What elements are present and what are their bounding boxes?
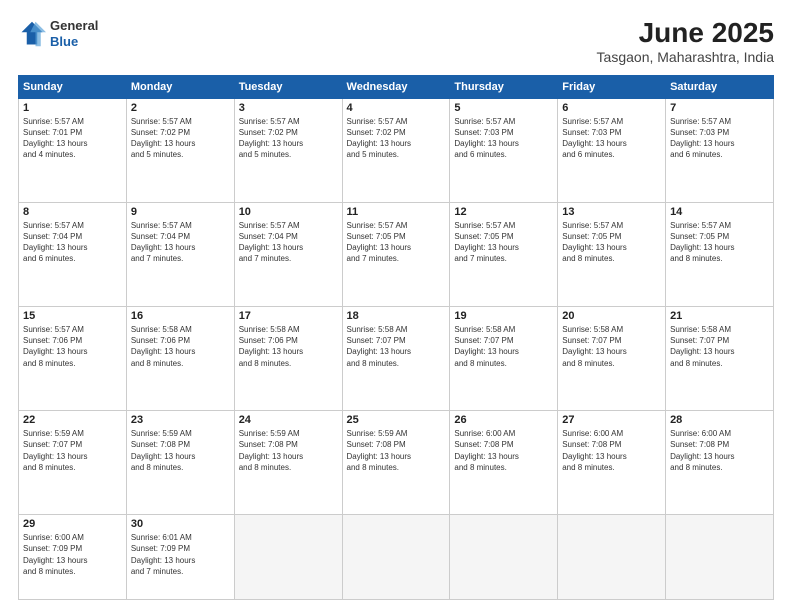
- day-17: 17 Sunrise: 5:58 AMSunset: 7:06 PMDaylig…: [234, 307, 342, 411]
- page: General Blue June 2025 Tasgaon, Maharash…: [0, 0, 792, 612]
- calendar-table: Sunday Monday Tuesday Wednesday Thursday…: [18, 75, 774, 600]
- logo-text: General Blue: [50, 18, 98, 49]
- week-row-2: 8 Sunrise: 5:57 AMSunset: 7:04 PMDayligh…: [19, 202, 774, 306]
- day-2: 2 Sunrise: 5:57 AMSunset: 7:02 PMDayligh…: [126, 98, 234, 202]
- week-row-1: 1 Sunrise: 5:57 AMSunset: 7:01 PMDayligh…: [19, 98, 774, 202]
- calendar-header-row: Sunday Monday Tuesday Wednesday Thursday…: [19, 75, 774, 98]
- day-11: 11 Sunrise: 5:57 AMSunset: 7:05 PMDaylig…: [342, 202, 450, 306]
- day-28: 28 Sunrise: 6:00 AMSunset: 7:08 PMDaylig…: [666, 411, 774, 515]
- day-12: 12 Sunrise: 5:57 AMSunset: 7:05 PMDaylig…: [450, 202, 558, 306]
- day-20: 20 Sunrise: 5:58 AMSunset: 7:07 PMDaylig…: [558, 307, 666, 411]
- logo-icon: [18, 20, 46, 48]
- empty-cell-1: [234, 515, 342, 600]
- logo-line1: General: [50, 18, 98, 34]
- header-thursday: Thursday: [450, 75, 558, 98]
- day-15: 15 Sunrise: 5:57 AMSunset: 7:06 PMDaylig…: [19, 307, 127, 411]
- day-10: 10 Sunrise: 5:57 AMSunset: 7:04 PMDaylig…: [234, 202, 342, 306]
- day-19: 19 Sunrise: 5:58 AMSunset: 7:07 PMDaylig…: [450, 307, 558, 411]
- week-row-4: 22 Sunrise: 5:59 AMSunset: 7:07 PMDaylig…: [19, 411, 774, 515]
- week-row-3: 15 Sunrise: 5:57 AMSunset: 7:06 PMDaylig…: [19, 307, 774, 411]
- day-16: 16 Sunrise: 5:58 AMSunset: 7:06 PMDaylig…: [126, 307, 234, 411]
- week-row-5: 29 Sunrise: 6:00 AMSunset: 7:09 PMDaylig…: [19, 515, 774, 600]
- day-23: 23 Sunrise: 5:59 AMSunset: 7:08 PMDaylig…: [126, 411, 234, 515]
- header-sunday: Sunday: [19, 75, 127, 98]
- subtitle: Tasgaon, Maharashtra, India: [597, 49, 774, 65]
- header: General Blue June 2025 Tasgaon, Maharash…: [18, 18, 774, 65]
- day-6: 6 Sunrise: 5:57 AMSunset: 7:03 PMDayligh…: [558, 98, 666, 202]
- day-5: 5 Sunrise: 5:57 AMSunset: 7:03 PMDayligh…: [450, 98, 558, 202]
- day-8: 8 Sunrise: 5:57 AMSunset: 7:04 PMDayligh…: [19, 202, 127, 306]
- day-14: 14 Sunrise: 5:57 AMSunset: 7:05 PMDaylig…: [666, 202, 774, 306]
- main-title: June 2025: [597, 18, 774, 49]
- day-29: 29 Sunrise: 6:00 AMSunset: 7:09 PMDaylig…: [19, 515, 127, 600]
- day-24: 24 Sunrise: 5:59 AMSunset: 7:08 PMDaylig…: [234, 411, 342, 515]
- day-25: 25 Sunrise: 5:59 AMSunset: 7:08 PMDaylig…: [342, 411, 450, 515]
- logo-line2: Blue: [50, 34, 98, 50]
- empty-cell-2: [342, 515, 450, 600]
- logo: General Blue: [18, 18, 98, 49]
- day-9: 9 Sunrise: 5:57 AMSunset: 7:04 PMDayligh…: [126, 202, 234, 306]
- empty-cell-4: [558, 515, 666, 600]
- day-26: 26 Sunrise: 6:00 AMSunset: 7:08 PMDaylig…: [450, 411, 558, 515]
- header-tuesday: Tuesday: [234, 75, 342, 98]
- day-30: 30 Sunrise: 6:01 AMSunset: 7:09 PMDaylig…: [126, 515, 234, 600]
- day-27: 27 Sunrise: 6:00 AMSunset: 7:08 PMDaylig…: [558, 411, 666, 515]
- day-1: 1 Sunrise: 5:57 AMSunset: 7:01 PMDayligh…: [19, 98, 127, 202]
- empty-cell-3: [450, 515, 558, 600]
- empty-cell-5: [666, 515, 774, 600]
- day-13: 13 Sunrise: 5:57 AMSunset: 7:05 PMDaylig…: [558, 202, 666, 306]
- day-4: 4 Sunrise: 5:57 AMSunset: 7:02 PMDayligh…: [342, 98, 450, 202]
- day-21: 21 Sunrise: 5:58 AMSunset: 7:07 PMDaylig…: [666, 307, 774, 411]
- day-18: 18 Sunrise: 5:58 AMSunset: 7:07 PMDaylig…: [342, 307, 450, 411]
- header-saturday: Saturday: [666, 75, 774, 98]
- day-3: 3 Sunrise: 5:57 AMSunset: 7:02 PMDayligh…: [234, 98, 342, 202]
- day-22: 22 Sunrise: 5:59 AMSunset: 7:07 PMDaylig…: [19, 411, 127, 515]
- day-7: 7 Sunrise: 5:57 AMSunset: 7:03 PMDayligh…: [666, 98, 774, 202]
- header-friday: Friday: [558, 75, 666, 98]
- title-block: June 2025 Tasgaon, Maharashtra, India: [597, 18, 774, 65]
- header-wednesday: Wednesday: [342, 75, 450, 98]
- header-monday: Monday: [126, 75, 234, 98]
